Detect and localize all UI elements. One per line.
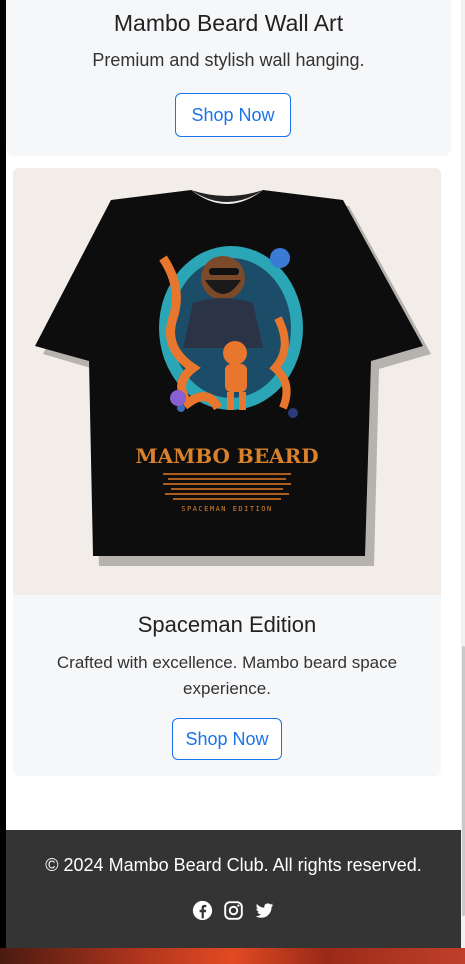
- product-description: Premium and stylish wall hanging.: [92, 50, 365, 70]
- product-image[interactable]: MAMBO BEARD SPACEMAN EDITION: [13, 168, 441, 595]
- social-links: [6, 900, 461, 921]
- tshirt-print-caption: SPACEMAN EDITION: [181, 505, 272, 513]
- tshirt-illustration: MAMBO BEARD SPACEMAN EDITION: [35, 190, 431, 566]
- product-title: Mambo Beard Wall Art: [113, 10, 344, 36]
- shop-now-button[interactable]: Shop Now: [172, 718, 282, 760]
- facebook-icon[interactable]: [192, 900, 213, 921]
- copyright-text: © 2024 Mambo Beard Club. All rights rese…: [45, 855, 422, 875]
- tshirt-print-title: MAMBO BEARD: [135, 444, 318, 468]
- instagram-icon[interactable]: [223, 900, 244, 921]
- scrollbar[interactable]: [461, 0, 465, 948]
- shop-now-button[interactable]: Shop Now: [175, 93, 291, 137]
- background-strip: [0, 948, 465, 964]
- twitter-icon[interactable]: [254, 900, 275, 921]
- product-card-wall-art: Mambo Beard Wall Art Premium and stylish…: [6, 0, 451, 156]
- site-footer: © 2024 Mambo Beard Club. All rights rese…: [6, 830, 461, 948]
- product-title: Spaceman Edition: [137, 612, 317, 637]
- product-card-spaceman: MAMBO BEARD SPACEMAN EDITION Spaceman Ed…: [13, 168, 441, 776]
- product-description: Crafted with excellence. Mambo beard spa…: [56, 653, 398, 698]
